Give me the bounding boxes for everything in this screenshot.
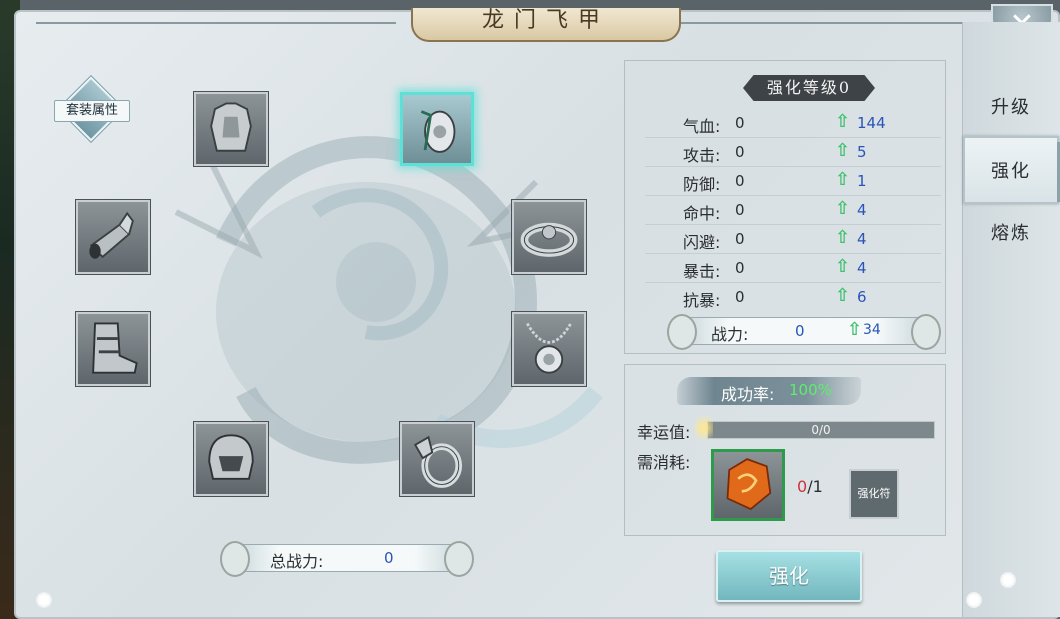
ring-slot[interactable] [400, 422, 474, 496]
stat-increase: 144 [857, 114, 886, 132]
tab-smelt[interactable]: 熔炼 [963, 200, 1059, 268]
set-attributes-button[interactable]: 套装属性 [52, 76, 132, 142]
stat-name: 命中: [683, 204, 721, 223]
stat-row: 抗暴: 0 ⇧ 6 [645, 283, 941, 312]
stat-row: 闪避: 0 ⇧ 4 [645, 225, 941, 254]
ribbon-curl-left [220, 541, 250, 577]
window-title: 龙门飞甲 [411, 8, 681, 42]
stat-value: 0 [735, 172, 745, 190]
pendant-slot[interactable] [400, 92, 474, 166]
strengthen-charm-button[interactable]: 强化符 [849, 469, 899, 519]
success-rate-value: 100% [789, 381, 832, 399]
stat-name: 攻击: [683, 146, 721, 165]
luck-label: 幸运值: [637, 423, 691, 442]
set-attributes-label: 套装属性 [54, 100, 130, 122]
strengthen-stone-icon [726, 458, 772, 511]
stat-increase: 1 [857, 172, 867, 190]
bracelet-slot[interactable] [512, 200, 586, 274]
bracer-slot[interactable] [76, 200, 150, 274]
bracer-icon [89, 211, 134, 259]
strengthen-panel: 龙门飞甲 ✕ 套装属性 总战力: 0 [14, 4, 1060, 619]
strengthen-button[interactable]: 强化 [716, 550, 862, 602]
stat-increase: 4 [857, 230, 867, 248]
success-panel: 成功率: 100% 幸运值: 0/0 需消耗: 0/1 强化符 [624, 364, 946, 536]
side-tabs: 升级 强化 熔炼 [962, 22, 1060, 617]
total-power-value: 0 [384, 549, 394, 567]
cost-total: /1 [807, 477, 823, 496]
blossom-decoration [966, 592, 982, 608]
tab-upgrade[interactable]: 升级 [963, 74, 1059, 142]
total-power-label: 总战力: [270, 552, 324, 571]
success-rate-label: 成功率: [721, 385, 775, 404]
stat-value: 0 [735, 201, 745, 219]
title-ornament-left [36, 12, 396, 24]
luck-progress-bar: 0/0 [707, 421, 935, 439]
increase-arrow-icon: ⇧ [835, 198, 851, 219]
power-label: 战力: [711, 325, 749, 344]
stat-name: 气血: [683, 117, 721, 136]
bracelet-icon [520, 222, 578, 257]
armor-slot[interactable] [194, 92, 268, 166]
pendant-icon [420, 110, 456, 153]
stat-increase: 6 [857, 288, 867, 306]
power-value: 0 [795, 322, 805, 340]
ribbon-curl-right [911, 314, 941, 350]
dragon-illustration [174, 136, 604, 464]
helmet-icon [208, 434, 254, 480]
power-bar: 战力: 0 ⇧ 34 [667, 314, 941, 350]
blossom-decoration [1000, 572, 1016, 588]
boots-slot[interactable] [76, 312, 150, 386]
necklace-slot[interactable] [512, 312, 586, 386]
cost-count: 0/1 [797, 477, 823, 496]
stat-value: 0 [735, 259, 745, 277]
ring-icon [413, 435, 463, 488]
necklace-icon [526, 322, 572, 374]
stat-name: 暴击: [683, 262, 721, 281]
stat-increase: 5 [857, 143, 867, 161]
cost-label: 需消耗: [637, 453, 691, 472]
stats-panel: 强化等级0 气血: 0 ⇧ 144 攻击: 0 ⇧ 5 防御: 0 ⇧ 1 命中… [624, 60, 946, 354]
armor-icon [210, 102, 252, 152]
increase-arrow-icon: ⇧ [835, 256, 851, 277]
strengthen-level: 强化等级0 [743, 75, 875, 101]
stat-row: 命中: 0 ⇧ 4 [645, 196, 941, 225]
stat-name: 闪避: [683, 233, 721, 252]
ribbon-curl-right [444, 541, 474, 577]
tab-strengthen[interactable]: 强化 [963, 136, 1060, 204]
increase-arrow-icon: ⇧ [835, 169, 851, 190]
stat-increase: 4 [857, 201, 867, 219]
increase-arrow-icon: ⇧ [835, 285, 851, 306]
stat-name: 抗暴: [683, 291, 721, 310]
ribbon-curl-left [667, 314, 697, 350]
stat-value: 0 [735, 143, 745, 161]
strengthen-stone-slot[interactable] [711, 449, 785, 521]
cost-have: 0 [797, 477, 808, 496]
helmet-slot[interactable] [194, 422, 268, 496]
success-rate-banner: 成功率: 100% [677, 377, 861, 405]
stat-name: 防御: [683, 175, 721, 194]
stat-value: 0 [735, 288, 745, 306]
increase-arrow-icon: ⇧ [835, 140, 851, 161]
increase-arrow-icon: ⇧ [835, 227, 851, 248]
total-power-bar: 总战力: 0 [220, 541, 474, 577]
increase-arrow-icon: ⇧ [847, 319, 863, 340]
power-increase: 34 [863, 322, 881, 338]
stat-row: 暴击: 0 ⇧ 4 [645, 254, 941, 283]
boots-icon [92, 322, 138, 374]
stat-value: 0 [735, 230, 745, 248]
sparkle-icon [695, 411, 713, 445]
stat-row: 气血: 0 ⇧ 144 [645, 109, 941, 138]
blossom-decoration [36, 592, 52, 608]
increase-arrow-icon: ⇧ [835, 111, 851, 132]
stat-increase: 4 [857, 259, 867, 277]
stat-value: 0 [735, 114, 745, 132]
stat-row: 攻击: 0 ⇧ 5 [645, 138, 941, 167]
stat-row: 防御: 0 ⇧ 1 [645, 167, 941, 196]
